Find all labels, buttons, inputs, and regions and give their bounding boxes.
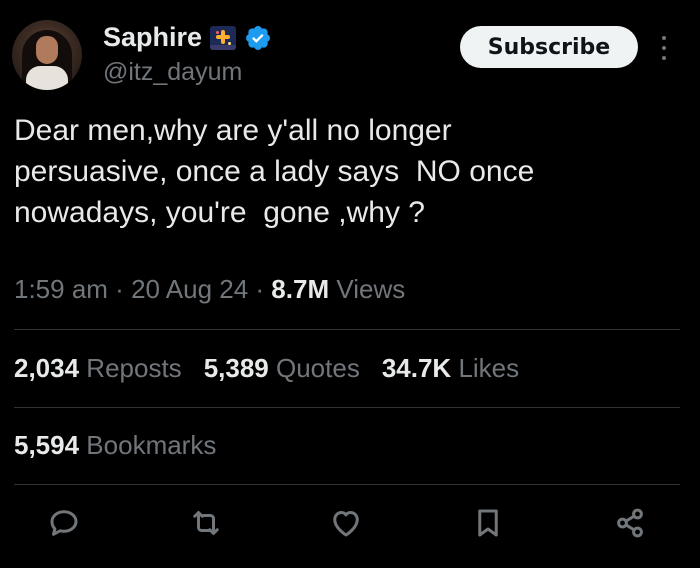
reply-icon bbox=[50, 510, 78, 536]
bookmark-button[interactable] bbox=[470, 505, 506, 541]
verified-badge-icon[interactable] bbox=[244, 24, 272, 52]
quotes-stat[interactable]: 5,389 Quotes bbox=[204, 353, 360, 384]
share-button[interactable] bbox=[612, 505, 648, 541]
repost-button[interactable] bbox=[188, 505, 224, 541]
avatar[interactable] bbox=[12, 20, 82, 90]
likes-label: Likes bbox=[451, 353, 520, 383]
fireworks-emoji-icon bbox=[210, 25, 237, 50]
like-icon bbox=[333, 511, 359, 537]
tweet-text: Dear men,why are y'all no longer persuas… bbox=[14, 114, 535, 229]
avatar-face bbox=[36, 36, 58, 64]
tweet-date[interactable]: 20 Aug 24 bbox=[131, 274, 248, 304]
reply-button[interactable] bbox=[46, 505, 82, 541]
bookmarks-label: Bookmarks bbox=[79, 430, 217, 460]
subscribe-button[interactable]: Subscribe bbox=[460, 26, 638, 68]
quotes-count: 5,389 bbox=[203, 353, 269, 383]
meta-separator: · bbox=[107, 274, 132, 304]
divider bbox=[14, 329, 680, 330]
divider bbox=[14, 407, 680, 408]
likes-count: 34.7K bbox=[381, 353, 452, 383]
views-label: Views bbox=[329, 274, 406, 304]
bookmarks-count: 5,594 bbox=[14, 430, 80, 460]
reposts-stat[interactable]: 2,034 Reposts bbox=[14, 353, 182, 384]
bookmarks-stat[interactable]: 5,594 Bookmarks bbox=[14, 430, 216, 461]
avatar-clothing bbox=[26, 66, 68, 90]
engagement-stats: 2,034 Reposts 5,389 Quotes 34.7K Likes bbox=[14, 353, 519, 384]
repost-icon bbox=[193, 511, 219, 535]
more-options-icon[interactable] bbox=[660, 36, 668, 60]
quotes-label: Quotes bbox=[268, 353, 360, 383]
bookmark-icon bbox=[478, 509, 498, 537]
display-name[interactable]: Saphire bbox=[103, 22, 202, 53]
tweet-meta: 1:59 am · 20 Aug 24 · 8.7M Views bbox=[14, 274, 405, 305]
action-bar bbox=[0, 505, 700, 545]
share-icon bbox=[617, 508, 643, 538]
reposts-label: Reposts bbox=[79, 353, 182, 383]
meta-separator: · bbox=[248, 274, 272, 304]
likes-stat[interactable]: 34.7K Likes bbox=[382, 353, 519, 384]
user-handle[interactable]: @itz_dayum bbox=[103, 58, 242, 87]
divider bbox=[14, 484, 680, 485]
reposts-count: 2,034 bbox=[14, 353, 80, 383]
tweet-time[interactable]: 1:59 am bbox=[14, 274, 108, 304]
like-button[interactable] bbox=[328, 505, 364, 541]
name-row: Saphire bbox=[103, 22, 272, 53]
views-count: 8.7M bbox=[271, 274, 330, 304]
